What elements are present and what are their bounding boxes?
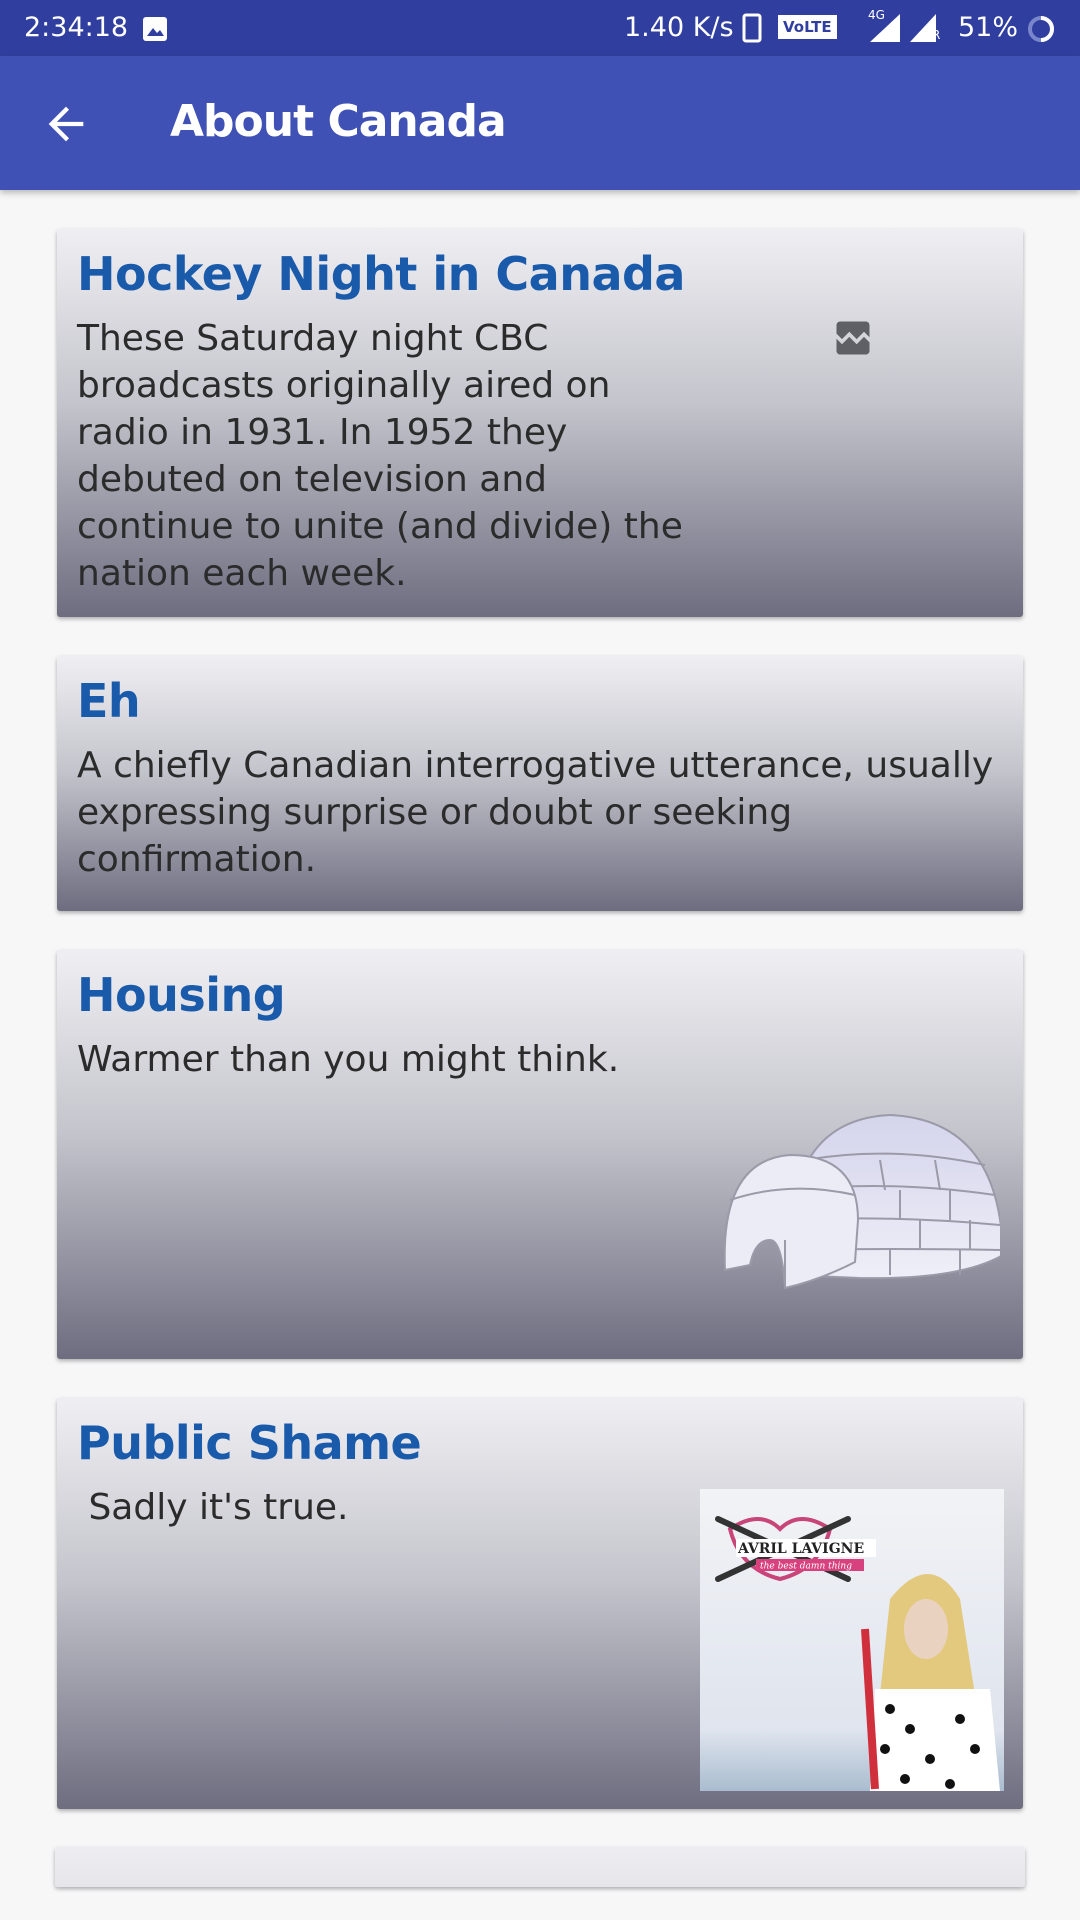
igloo-image — [723, 1113, 1000, 1290]
roaming-indicator: R — [932, 28, 941, 42]
card-title: Eh — [77, 674, 141, 728]
card-body: Warmer than you might think. — [77, 1039, 620, 1080]
phone-icon — [742, 13, 762, 43]
card-housing[interactable]: Housing Warmer than you might think. — [57, 950, 1023, 1359]
card-partial[interactable] — [55, 1847, 1025, 1887]
page-title: About Canada — [170, 96, 507, 147]
album-artist-text: AVRIL LAVIGNE — [737, 1541, 864, 1557]
card-body: These Saturday night CBC broadcasts orig… — [77, 318, 683, 594]
signal-4g-icon — [870, 14, 900, 42]
broken-image-icon — [836, 321, 870, 355]
status-time: 2:34:18 — [24, 12, 129, 43]
battery-icon — [1028, 16, 1054, 42]
card-hockey-night[interactable]: Hockey Night in Canada These Saturday ni… — [57, 229, 1023, 617]
album-title-text: the best damn thing — [760, 1562, 852, 1572]
app-bar: About Canada — [0, 56, 1080, 190]
card-body: A chiefly Canadian interrogative utteran… — [77, 745, 994, 880]
volte-badge: VoLTE — [778, 15, 837, 39]
battery-percent: 51% — [958, 12, 1019, 43]
card-title: Hockey Night in Canada — [77, 247, 685, 301]
card-title: Public Shame — [77, 1416, 422, 1470]
gallery-notification-icon — [143, 17, 167, 41]
card-body: Sadly it's true. — [77, 1487, 349, 1528]
arrow-left-icon[interactable] — [40, 98, 92, 150]
card-eh[interactable]: Eh A chiefly Canadian interrogative utte… — [57, 656, 1023, 911]
album-cover-image: AVRIL LAVIGNE the best damn thing — [700, 1489, 1004, 1791]
card-public-shame[interactable]: Public Shame Sadly it's true. AVRIL LAVI… — [57, 1398, 1023, 1809]
status-bar: 2:34:18 1.40 K/s VoLTE 4G R 51% — [0, 0, 1080, 56]
net-speed: 1.40 K/s — [624, 12, 734, 43]
card-title: Housing — [77, 968, 286, 1022]
